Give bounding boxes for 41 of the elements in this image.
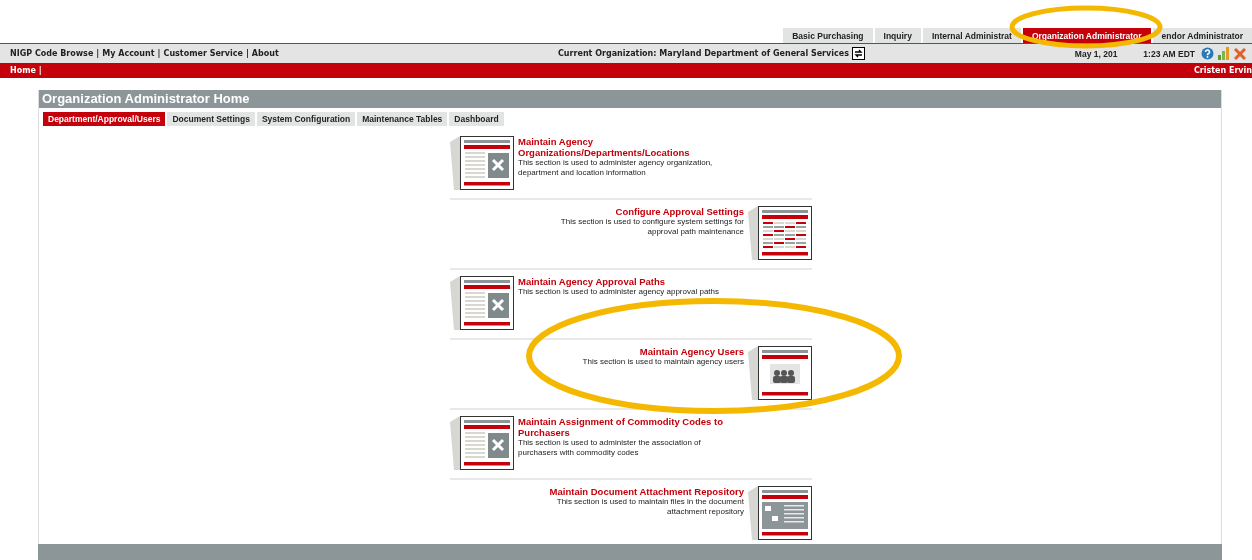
page-title: Organization Administrator Home [39,90,1221,108]
section-tab[interactable]: Maintenance Tables [357,112,448,126]
module-tab[interactable]: Basic Purchasing [783,28,873,43]
section-link[interactable]: Maintain Agency Users [534,346,744,357]
utility-link[interactable]: NIGP Code Browse [10,49,94,58]
section-link[interactable]: Maintain Document Attachment Repository [534,486,744,497]
help-icon[interactable] [1201,47,1214,60]
table-thumbnail-icon[interactable] [748,206,812,260]
module-tab[interactable]: Inquiry [874,28,921,43]
section-tab[interactable]: Document Settings [167,112,255,126]
users-thumbnail-icon[interactable] [748,346,812,400]
bar-chart-icon[interactable] [1218,47,1230,60]
section-tab[interactable]: Dashboard [449,112,504,126]
section-description: This section is used to configure system settings for approval path maintenance [559,217,744,237]
time-text: 1:23 AM EDT [1143,48,1195,59]
date-text: May 1, 201 [1074,48,1118,59]
separator: | [245,49,249,58]
folder-thumbnail-icon[interactable] [748,486,812,540]
section-description: This section is used to administer the association of purchasers with commodity codes [518,438,702,458]
switch-organization-icon[interactable] [851,47,865,60]
section-description: This section is used to maintain agency users [581,357,744,367]
section-description: This section is used to administer agency approval paths [518,287,720,297]
section-link[interactable]: Maintain Agency Organizations/Departments/Locations [518,136,728,158]
user-name: Cristen Ervin [1193,66,1252,75]
separator: | [96,49,100,58]
section-link[interactable]: Maintain Agency Approval Paths [518,276,728,287]
module-tab[interactable]: endor Administrator [1152,28,1252,43]
utility-link[interactable]: Customer Service [163,49,243,58]
current-organization: Current Organization: Maryland Department of General Services [558,49,849,58]
section-tab[interactable]: Department/Approval/Users [43,112,166,126]
breadcrumb-link[interactable]: Home | [10,66,42,75]
close-icon[interactable] [1234,47,1246,60]
module-tab[interactable]: Internal Administrat [922,28,1021,43]
utility-link[interactable]: My Account [102,49,155,58]
section-tab[interactable]: System Configuration [256,112,356,126]
section-description: This section is used to maintain files in the document attachment repository [555,497,744,517]
utility-link[interactable]: About [251,49,279,58]
section-link[interactable]: Configure Approval Settings [534,206,744,217]
separator: | [157,49,161,58]
section-description: This section is used to administer agency organization, department and location information [518,158,714,178]
section-link[interactable]: Maintain Assignment of Commodity Codes to Purchasers [518,416,728,438]
